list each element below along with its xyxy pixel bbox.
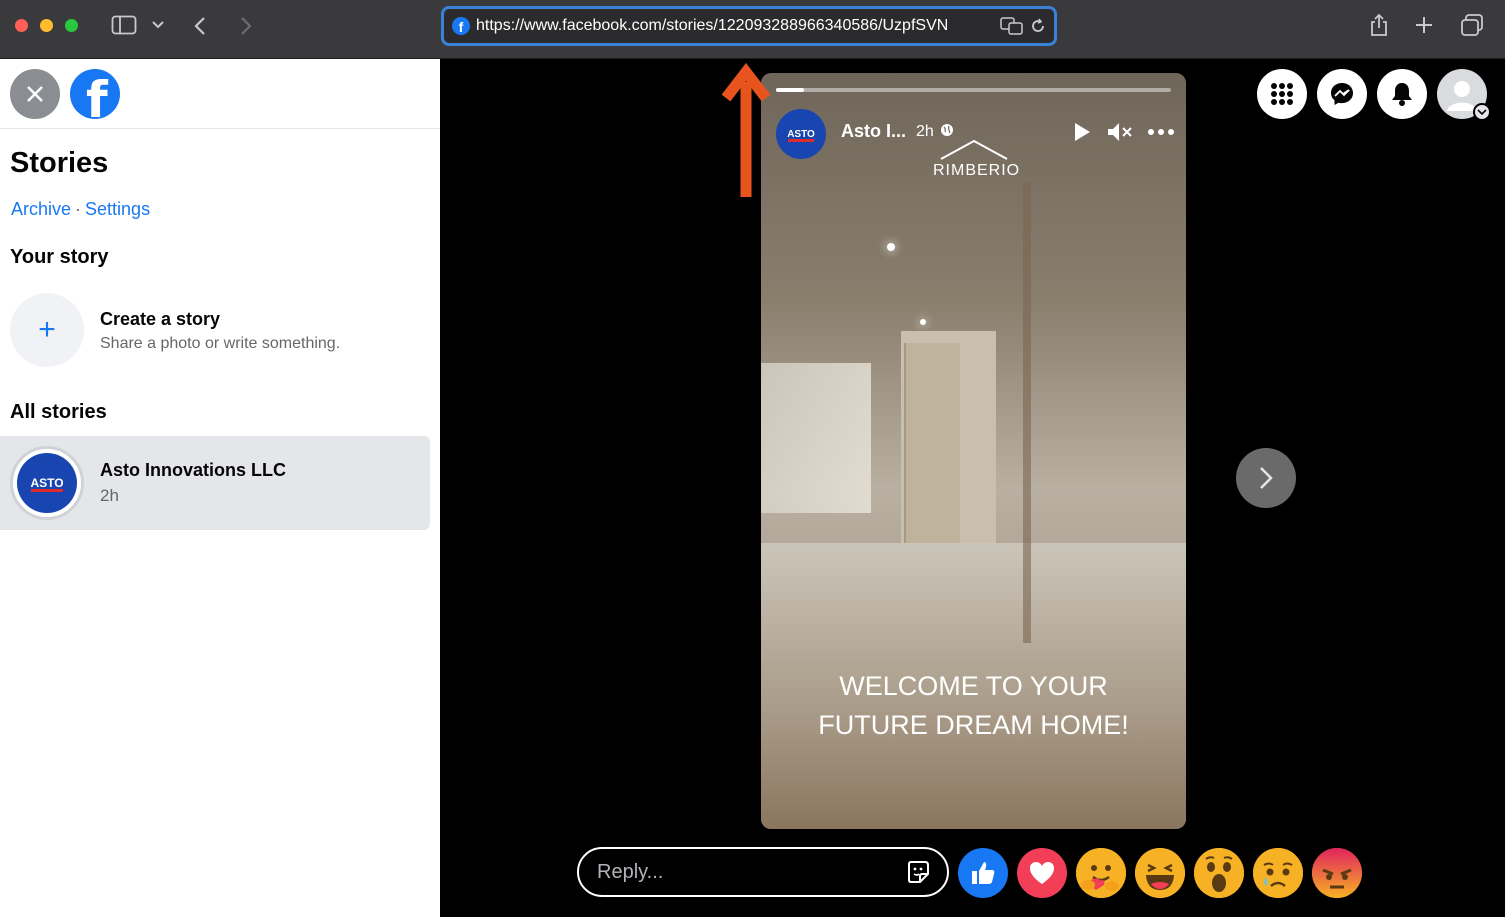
- translate-icon[interactable]: [1000, 17, 1024, 35]
- caption-line: FUTURE DREAM HOME!: [818, 710, 1129, 740]
- window-zoom-button[interactable]: [65, 19, 78, 32]
- menu-button[interactable]: [1257, 69, 1307, 119]
- sidebar-links: Archive · Settings: [11, 199, 150, 220]
- create-story-subtitle: Share a photo or write something.: [100, 335, 341, 352]
- page-title: Stories: [10, 147, 109, 179]
- story-card[interactable]: ASTO Asto I... 2h RIMBERIO WELCOME TO YO…: [761, 73, 1186, 829]
- caption-line: WELCOME TO YOUR: [839, 671, 1108, 701]
- tab-overview-icon[interactable]: [1460, 13, 1484, 37]
- asto-logo-icon: ASTO: [17, 453, 77, 513]
- settings-link[interactable]: Settings: [85, 199, 150, 219]
- story-timestamp: 2h: [100, 486, 119, 505]
- window-minimize-button[interactable]: [40, 19, 53, 32]
- bell-icon: [1392, 83, 1412, 106]
- reload-icon[interactable]: [1030, 18, 1046, 34]
- care-icon[interactable]: [1076, 848, 1126, 898]
- next-story-button[interactable]: [1236, 448, 1296, 508]
- stories-sidebar: f Stories Archive · Settings Your story + …: [0, 59, 440, 917]
- like-icon[interactable]: [958, 848, 1008, 898]
- story-author-avatar[interactable]: ASTO: [776, 109, 826, 159]
- chevron-down-icon[interactable]: [150, 16, 166, 34]
- close-button[interactable]: [10, 69, 60, 119]
- back-icon[interactable]: [190, 14, 210, 38]
- story-list-item[interactable]: ASTO Asto Innovations LLC 2h: [0, 436, 430, 530]
- story-author-name[interactable]: Asto I...: [841, 121, 906, 142]
- more-options-icon[interactable]: [1147, 119, 1175, 145]
- annotation-arrow-icon: [722, 62, 771, 197]
- story-progress-bar: [776, 88, 1171, 92]
- account-chevron-icon[interactable]: [1473, 103, 1491, 121]
- window-close-button[interactable]: [15, 19, 28, 32]
- archive-link[interactable]: Archive: [11, 199, 71, 219]
- story-caption: WELCOME TO YOUR FUTURE DREAM HOME!: [761, 667, 1186, 745]
- account-button[interactable]: [1437, 69, 1491, 121]
- create-story-button[interactable]: +: [10, 293, 84, 367]
- brand-house-icon: [940, 139, 1008, 160]
- grid-menu-icon: [1271, 83, 1293, 105]
- plus-icon: +: [38, 313, 56, 346]
- ceiling-light: [887, 243, 895, 251]
- story-image-door: [904, 343, 960, 551]
- link-separator: ·: [75, 199, 82, 219]
- story-author-name: Asto Innovations LLC: [100, 460, 286, 480]
- story-progress-fill: [776, 88, 804, 92]
- new-tab-icon[interactable]: [1413, 14, 1435, 36]
- messenger-icon: [1331, 83, 1353, 105]
- sticker-icon[interactable]: [905, 859, 931, 885]
- sidebar-header: f: [0, 59, 440, 129]
- story-viewer: ASTO Asto I... 2h RIMBERIO WELCOME TO YO…: [440, 59, 1505, 917]
- reply-box[interactable]: [577, 847, 949, 897]
- reply-input[interactable]: [597, 860, 905, 884]
- mute-icon[interactable]: [1107, 119, 1135, 145]
- story-image-column: [1023, 183, 1031, 643]
- your-story-heading: Your story: [10, 246, 109, 268]
- love-icon[interactable]: [1017, 848, 1067, 898]
- story-image-window: [761, 363, 871, 513]
- play-icon[interactable]: [1071, 119, 1093, 145]
- asto-logo-icon: ASTO: [776, 109, 826, 159]
- create-story-title[interactable]: Create a story: [100, 309, 220, 330]
- messenger-button[interactable]: [1317, 69, 1367, 119]
- wow-icon[interactable]: [1194, 848, 1244, 898]
- brand-text: RIMBERIO: [933, 162, 1021, 179]
- avatar: ASTO: [10, 446, 84, 520]
- all-stories-heading: All stories: [10, 401, 107, 423]
- share-icon[interactable]: [1368, 12, 1390, 38]
- haha-icon[interactable]: [1135, 848, 1185, 898]
- facebook-favicon-icon: f: [452, 17, 470, 35]
- ceiling-light: [920, 319, 926, 325]
- globe-icon: [941, 124, 954, 136]
- notifications-button[interactable]: [1377, 69, 1427, 119]
- chevron-right-icon: [1260, 467, 1273, 489]
- browser-toolbar: f https://www.facebook.com/stories/12209…: [0, 0, 1505, 59]
- address-bar[interactable]: f https://www.facebook.com/stories/12209…: [441, 6, 1057, 46]
- url-text[interactable]: https://www.facebook.com/stories/1220932…: [476, 17, 992, 35]
- sidebar-toggle-icon[interactable]: [110, 14, 138, 36]
- facebook-logo-icon[interactable]: f: [70, 69, 120, 119]
- sad-icon[interactable]: [1253, 848, 1303, 898]
- close-icon: [27, 86, 43, 102]
- forward-icon[interactable]: [236, 14, 256, 38]
- angry-icon[interactable]: [1312, 848, 1362, 898]
